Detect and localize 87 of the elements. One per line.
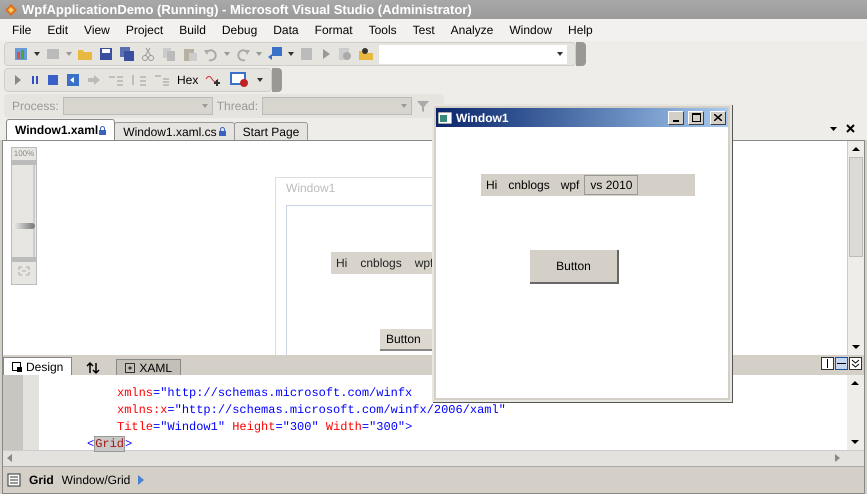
process-label: Process: [12, 98, 59, 115]
pause-icon[interactable] [30, 73, 40, 87]
window-icon [438, 112, 452, 124]
preview-window-title: Window1 [285, 180, 336, 197]
window-button[interactable]: Button [530, 250, 619, 284]
navigate-icon[interactable] [267, 46, 283, 62]
binoculars-folder-icon[interactable] [358, 46, 374, 62]
document-tab[interactable]: Start Page [234, 122, 308, 140]
paste-icon[interactable] [182, 46, 198, 62]
scissors-icon[interactable] [140, 46, 156, 62]
code-line: <Grid> [87, 436, 132, 453]
close-icon [714, 114, 722, 121]
menu-item[interactable]: Edit [39, 21, 76, 39]
document-outline-icon[interactable] [7, 473, 21, 487]
magnifier-icon[interactable] [337, 46, 353, 62]
restart-icon[interactable] [66, 73, 80, 87]
menu-item[interactable]: Build [171, 21, 214, 39]
play-icon[interactable] [320, 46, 332, 62]
step-out-icon[interactable] [154, 73, 170, 87]
preview-button[interactable]: Button [380, 329, 433, 351]
save-all-icon[interactable] [119, 46, 135, 62]
code-line: Title="Window1" Height="300" Width="300"> [117, 419, 412, 436]
split-horizontal-icon[interactable] [835, 357, 848, 370]
view-tab[interactable]: Design [3, 357, 72, 375]
document-tab[interactable]: Window1.xaml.cs [114, 122, 235, 140]
play-icon[interactable] [13, 73, 23, 87]
zoom-slider-thumb[interactable] [13, 222, 35, 229]
menu-item[interactable]: Window [501, 21, 560, 39]
preview-toolbar-label: wpf [414, 255, 433, 272]
menu-item[interactable]: Help [560, 21, 601, 39]
dropdown-caret-icon[interactable] [288, 52, 294, 56]
toolbar-options-button[interactable] [576, 42, 586, 66]
dropdown-caret-icon [202, 104, 208, 108]
menu-item[interactable]: Data [265, 21, 307, 39]
minimize-icon [673, 120, 679, 122]
fit-to-window-icon[interactable] [18, 266, 30, 276]
horizontal-scrollbar[interactable] [3, 450, 864, 466]
menu-item[interactable]: Format [306, 21, 361, 39]
dropdown-caret-icon [401, 104, 408, 108]
menu-item[interactable]: Tools [360, 21, 405, 39]
menu-item[interactable]: Test [404, 21, 443, 39]
chevron-right-icon[interactable] [138, 475, 144, 485]
menu-item[interactable]: Project [118, 21, 172, 39]
window-title: WpfApplicationDemo (Running) - Microsoft Visual Studio (Administrator) [22, 0, 472, 19]
zoom-label: 100% [14, 148, 34, 160]
maximize-icon [692, 113, 700, 122]
filter-icon[interactable] [416, 99, 430, 113]
window-record-icon[interactable] [230, 72, 250, 88]
app-logo-icon [4, 2, 18, 16]
dropdown-caret-icon[interactable] [830, 127, 837, 131]
preview-toolbar-label: cnblogs [360, 255, 402, 272]
close-icon[interactable] [846, 124, 855, 133]
running-window-title: Window1 [456, 110, 510, 126]
code-line: xmlns="http://schemas.microsoft.com/winfx [117, 385, 412, 402]
design-view-icon [12, 362, 22, 372]
toolbar-button[interactable]: vs 2010 [584, 175, 638, 195]
toolbar-label: cnblogs [508, 177, 550, 194]
dropdown-caret-icon[interactable] [34, 52, 40, 56]
toolbar-label: Hi [486, 177, 498, 194]
collapse-pane-icon[interactable] [849, 357, 862, 370]
menu-item[interactable]: File [4, 21, 40, 39]
minimize-button[interactable] [668, 110, 684, 124]
new-project-icon[interactable] [13, 46, 29, 62]
toolbar-options-button[interactable] [272, 68, 282, 92]
dropdown-caret-icon[interactable] [257, 78, 264, 82]
step-over-icon[interactable] [131, 73, 147, 87]
code-vertical-scrollbar[interactable] [847, 375, 864, 450]
menu-item[interactable]: Analyze [442, 21, 502, 39]
preview-toolbar-label: Hi [336, 255, 348, 272]
dropdown-caret-icon[interactable] [557, 52, 563, 56]
maximize-button[interactable] [688, 110, 704, 124]
close-button[interactable] [710, 110, 726, 124]
thread-label: Thread: [216, 98, 258, 115]
split-vertical-icon[interactable] [821, 357, 834, 370]
stop-icon[interactable] [47, 73, 59, 87]
hex-toggle[interactable]: Hex [177, 71, 198, 89]
save-icon[interactable] [98, 46, 114, 62]
view-tab[interactable]: XAML [116, 359, 182, 375]
document-tab[interactable]: Window1.xaml [6, 119, 116, 140]
code-line: xmlns:x="http://schemas.microsoft.com/winfx/2006/xaml" [117, 402, 506, 419]
code-view-icon [125, 362, 136, 372]
menu-item[interactable]: View [76, 21, 118, 39]
breadcrumb-link[interactable]: Window/Grid [62, 471, 130, 489]
toolbar-label: wpf [560, 177, 580, 194]
vertical-scrollbar[interactable] [847, 141, 864, 355]
selected-element-label: Grid [29, 472, 54, 489]
menu-item[interactable]: Debug [214, 21, 266, 39]
